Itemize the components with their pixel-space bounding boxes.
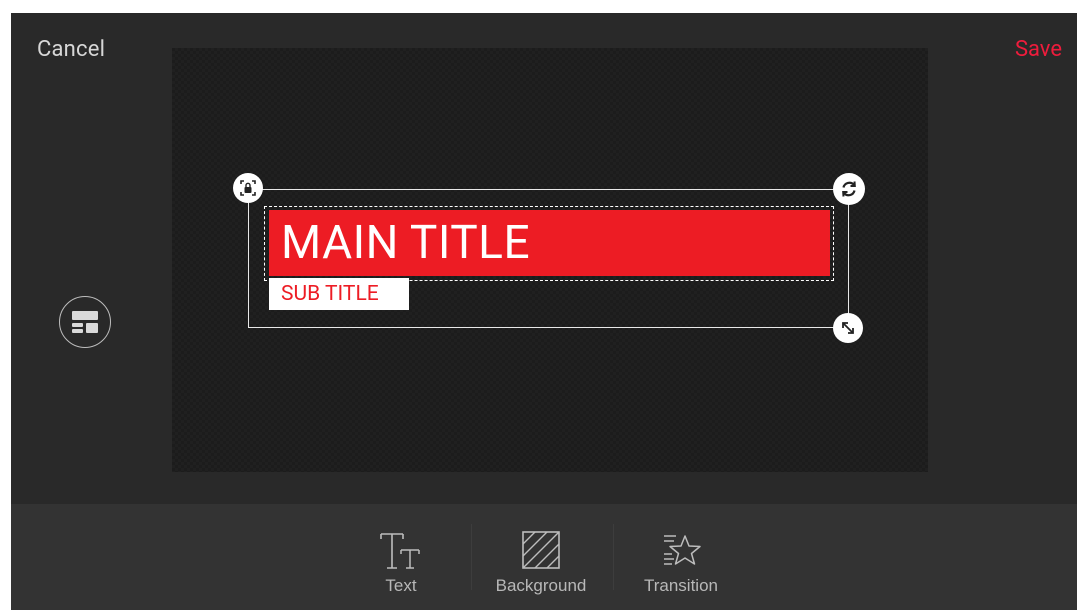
sub-title[interactable]: SUB TITLE [269, 278, 409, 310]
title-editor: Cancel Save MAIN TITLE SUB TITLE Text Ba… [11, 13, 1077, 610]
background-icon [522, 531, 560, 569]
background-tool-label: Background [495, 576, 587, 595]
text-tool[interactable]: Text [361, 504, 441, 610]
main-title[interactable]: MAIN TITLE [269, 210, 830, 276]
bottom-toolbar: Text Background Transition [11, 504, 1077, 610]
transition-tool-label: Transition [643, 576, 718, 595]
resize-icon [842, 322, 854, 334]
transition-icon [664, 535, 701, 565]
text-icon [380, 533, 420, 569]
rotate-handle[interactable] [833, 173, 865, 205]
cancel-button[interactable]: Cancel [37, 37, 105, 62]
transition-tool[interactable]: Transition [631, 504, 731, 610]
toolbar-divider [613, 524, 614, 590]
layout-button[interactable] [59, 296, 111, 348]
screen: Cancel Save MAIN TITLE SUB TITLE Text Ba… [0, 0, 1077, 610]
rotate-icon [842, 181, 856, 197]
lock-handle[interactable] [233, 173, 263, 203]
resize-handle[interactable] [833, 313, 863, 343]
toolbar-divider [471, 524, 472, 590]
layout-icon [72, 311, 98, 333]
text-tool-label: Text [385, 576, 417, 595]
lock-icon [240, 180, 256, 196]
background-tool[interactable]: Background [491, 504, 591, 610]
save-button[interactable]: Save [1015, 37, 1062, 62]
